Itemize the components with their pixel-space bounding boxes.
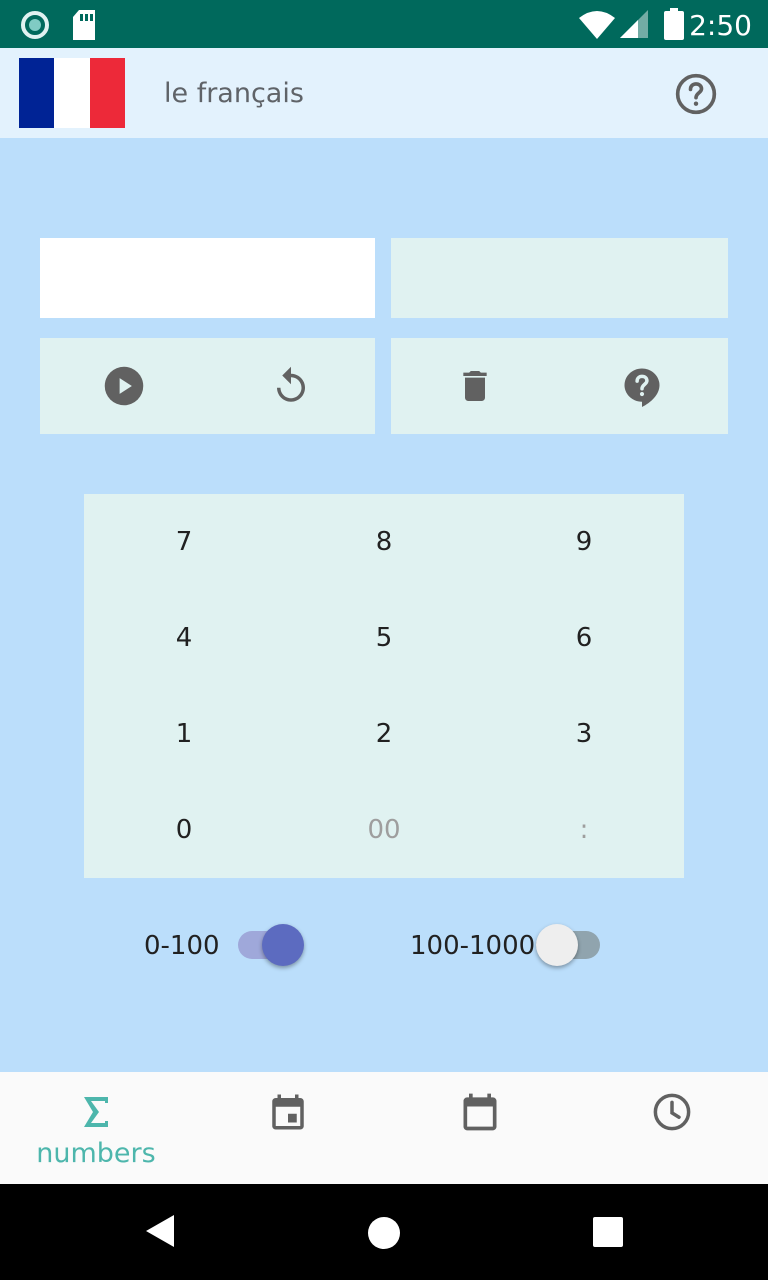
calendar-today-icon — [272, 1094, 304, 1130]
bottom-navigation: numbers — [0, 1072, 768, 1184]
range-switch-0-100[interactable] — [238, 924, 304, 966]
record-icon — [21, 11, 49, 39]
status-bar: 2:50 — [0, 0, 768, 48]
replay-button[interactable] — [267, 362, 315, 410]
signal-icon — [620, 10, 648, 38]
number-keypad: 7 8 9 4 5 6 1 2 3 0 00: — [84, 494, 684, 878]
sd-card-icon — [73, 10, 95, 40]
key-00[interactable]: 00 — [284, 782, 484, 878]
nav-item-time[interactable] — [576, 1072, 768, 1184]
key-0[interactable]: 0 — [84, 782, 284, 878]
nav-label-numbers: numbers — [36, 1138, 156, 1169]
edit-controls — [391, 338, 728, 434]
key-1[interactable]: 1 — [84, 686, 284, 782]
answer-output-field — [391, 238, 728, 318]
range-label-0-100: 0-100 — [144, 931, 220, 961]
key-6[interactable]: 6 — [484, 590, 684, 686]
delete-button[interactable] — [451, 362, 499, 410]
calendar-icon — [463, 1093, 497, 1131]
sigma-icon — [84, 1097, 108, 1127]
replay-icon — [277, 366, 305, 402]
answer-input-field[interactable] — [40, 238, 375, 318]
home-icon[interactable] — [367, 1216, 401, 1250]
flag-stripe-blue — [19, 58, 55, 128]
key-5[interactable]: 5 — [284, 590, 484, 686]
key-4[interactable]: 4 — [84, 590, 284, 686]
key-colon[interactable]: : — [484, 782, 684, 878]
wifi-icon — [579, 11, 615, 39]
playback-controls — [40, 338, 375, 434]
play-button[interactable] — [100, 362, 148, 410]
language-name: le français — [164, 78, 304, 109]
help-circle-outline-icon[interactable] — [674, 72, 718, 116]
back-icon[interactable] — [144, 1214, 176, 1248]
nav-item-day[interactable] — [192, 1072, 384, 1184]
play-icon — [104, 366, 144, 406]
delete-icon — [463, 371, 487, 401]
nav-item-date[interactable] — [384, 1072, 576, 1184]
switch-thumb — [262, 924, 304, 966]
language-flag[interactable] — [19, 58, 125, 128]
hint-button[interactable] — [618, 362, 666, 410]
help-bubble-icon — [624, 368, 660, 407]
battery-icon — [664, 8, 684, 40]
key-3[interactable]: 3 — [484, 686, 684, 782]
key-8[interactable]: 8 — [284, 494, 484, 590]
flag-stripe-white — [54, 58, 90, 128]
recents-icon[interactable] — [593, 1217, 623, 1247]
nav-item-numbers[interactable]: numbers — [0, 1072, 192, 1184]
clock-icon — [653, 1093, 691, 1131]
key-7[interactable]: 7 — [84, 494, 284, 590]
system-navigation-bar — [0, 1184, 768, 1280]
key-2[interactable]: 2 — [284, 686, 484, 782]
range-switch-100-1000[interactable] — [536, 924, 602, 966]
range-label-100-1000: 100-1000 — [410, 931, 536, 961]
key-9[interactable]: 9 — [484, 494, 684, 590]
status-time: 2:50 — [689, 9, 752, 42]
app-bar: le français — [0, 48, 768, 138]
switch-thumb — [536, 924, 578, 966]
flag-stripe-red — [89, 58, 125, 128]
